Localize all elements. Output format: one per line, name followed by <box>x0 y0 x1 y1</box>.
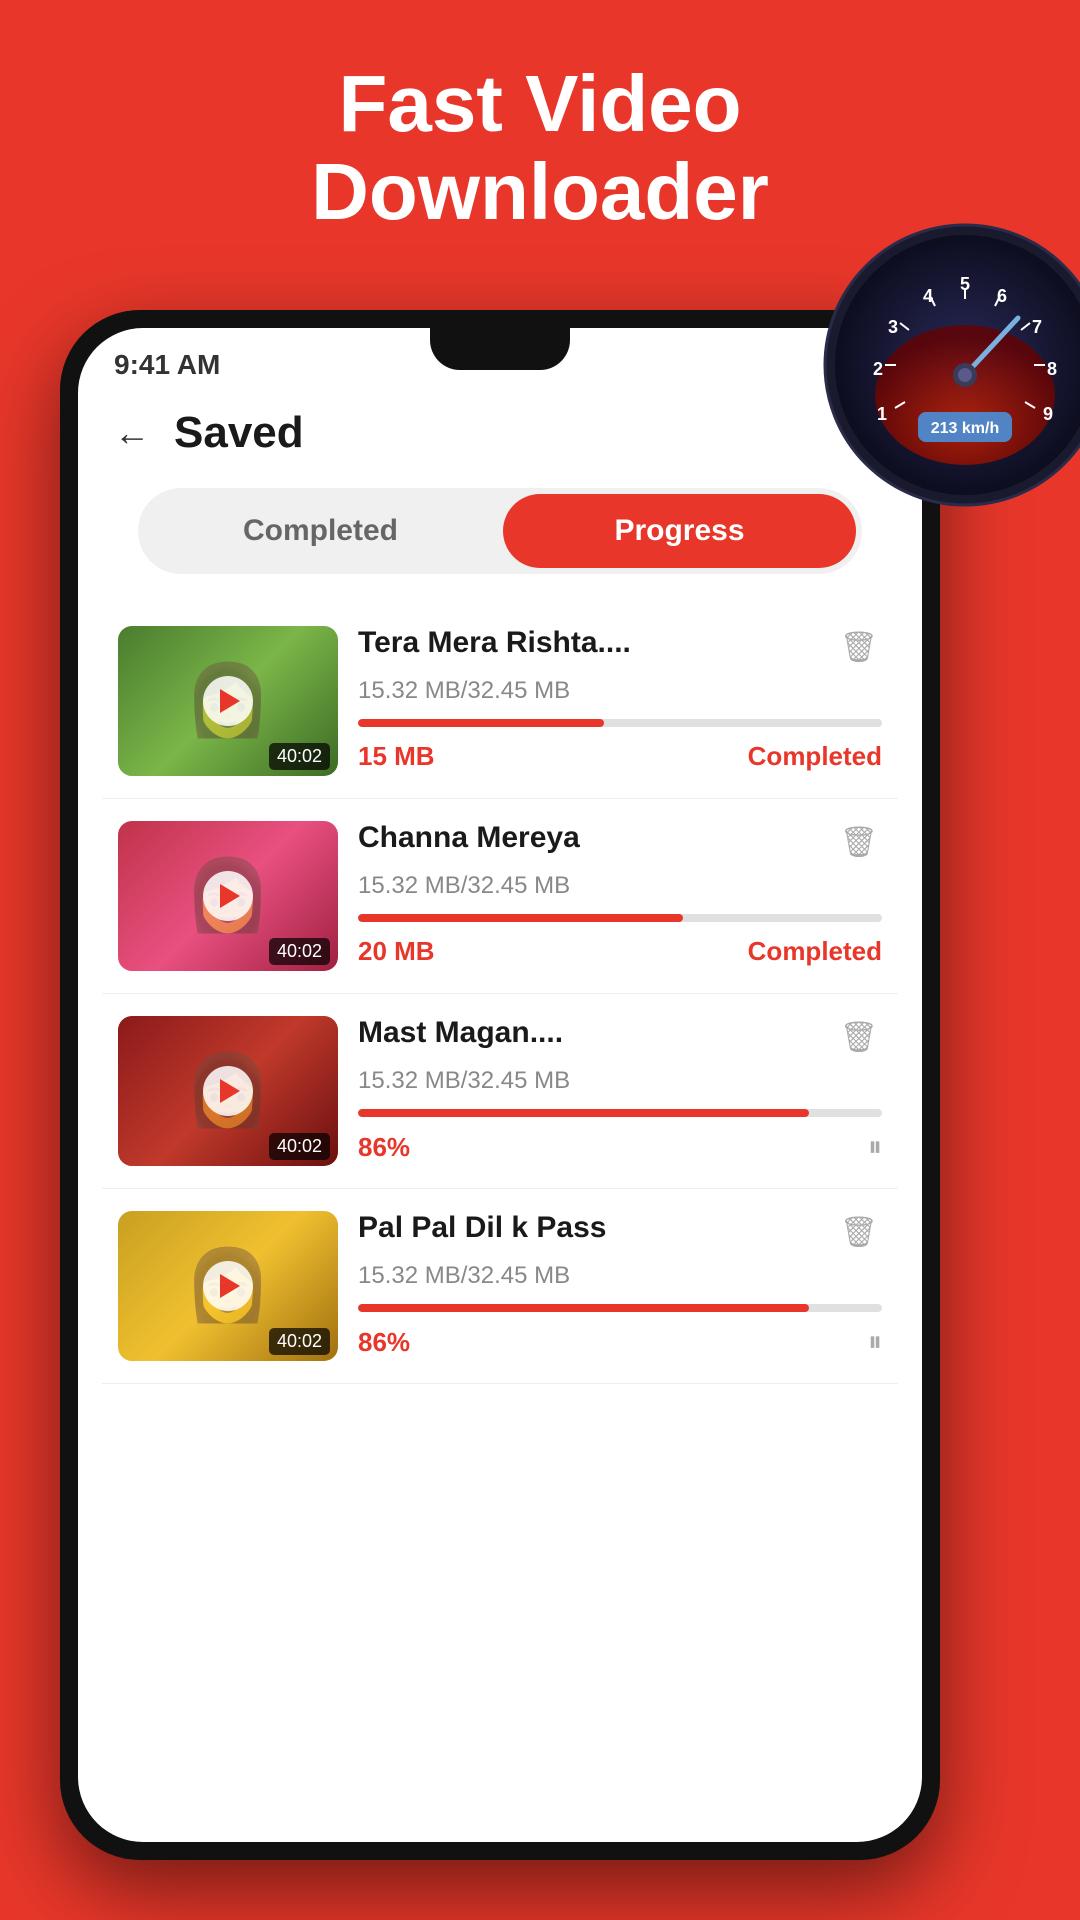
list-item: 👩 40:02 Pal Pal Dil k Pass 🗑 15.32 MB/32… <box>102 1189 898 1384</box>
svg-text:2: 2 <box>873 359 883 379</box>
list-item: 👩 40:02 Channa Mereya 🗑 15.32 MB/32.45 M… <box>102 799 898 994</box>
video-title: Mast Magan.... <box>358 1016 563 1050</box>
video-title: Tera Mera Rishta.... <box>358 626 631 660</box>
video-status: Completed <box>748 936 882 967</box>
tab-progress[interactable]: Progress <box>503 494 856 568</box>
progress-bar <box>358 1304 882 1312</box>
pause-button[interactable]: ⏸ <box>868 1131 882 1164</box>
video-duration: 40:02 <box>269 743 330 770</box>
app-header: ← Saved <box>78 388 922 478</box>
video-downloaded: 86% <box>358 1132 410 1163</box>
svg-text:9: 9 <box>1043 404 1053 424</box>
video-thumbnail[interactable]: 👩 40:02 <box>118 821 338 971</box>
video-size: 15.32 MB/32.45 MB <box>358 872 882 900</box>
video-status-row: 86% ⏸ <box>358 1326 882 1359</box>
svg-text:3: 3 <box>888 317 898 337</box>
video-size: 15.32 MB/32.45 MB <box>358 1067 882 1095</box>
progress-bar <box>358 719 882 727</box>
video-duration: 40:02 <box>269 938 330 965</box>
play-button[interactable] <box>203 676 253 726</box>
video-duration: 40:02 <box>269 1133 330 1160</box>
video-info: Tera Mera Rishta.... 🗑 15.32 MB/32.45 MB… <box>358 626 882 772</box>
video-status-row: 86% ⏸ <box>358 1131 882 1164</box>
play-button[interactable] <box>203 871 253 921</box>
back-button[interactable]: ← <box>114 412 150 454</box>
video-downloaded: 20 MB <box>358 936 435 967</box>
video-thumbnail[interactable]: 👩 40:02 <box>118 1016 338 1166</box>
list-item: 👩 40:02 Tera Mera Rishta.... 🗑 15.32 MB/… <box>102 604 898 799</box>
video-thumbnail[interactable]: 👩 40:02 <box>118 1211 338 1361</box>
speedometer: 1 2 3 4 5 6 7 8 9 213 km/h <box>820 220 1080 510</box>
progress-bar <box>358 1109 882 1117</box>
svg-text:6: 6 <box>997 286 1007 306</box>
delete-button[interactable]: 🗑 <box>836 1016 882 1059</box>
video-size: 15.32 MB/32.45 MB <box>358 677 882 705</box>
phone-frame: 9:41 AM ← Saved Completed Progress 👩 <box>60 310 940 1860</box>
svg-text:8: 8 <box>1047 359 1057 379</box>
page-title: Saved <box>174 408 304 458</box>
video-info: Mast Magan.... 🗑 15.32 MB/32.45 MB 86% ⏸ <box>358 1016 882 1164</box>
status-time: 9:41 AM <box>114 349 220 381</box>
progress-bar <box>358 914 882 922</box>
play-button[interactable] <box>203 1066 253 1116</box>
svg-text:4: 4 <box>923 286 933 306</box>
video-status-row: 20 MB Completed <box>358 936 882 967</box>
phone-notch <box>430 328 570 370</box>
video-info: Pal Pal Dil k Pass 🗑 15.32 MB/32.45 MB 8… <box>358 1211 882 1359</box>
video-info: Channa Mereya 🗑 15.32 MB/32.45 MB 20 MB … <box>358 821 882 967</box>
delete-button[interactable]: 🗑 <box>836 626 882 669</box>
phone-screen: 9:41 AM ← Saved Completed Progress 👩 <box>78 328 922 1842</box>
list-item: 👩 40:02 Mast Magan.... 🗑 15.32 MB/32.45 … <box>102 994 898 1189</box>
progress-fill <box>358 914 683 922</box>
video-size: 15.32 MB/32.45 MB <box>358 1262 882 1290</box>
pause-button[interactable]: ⏸ <box>868 1326 882 1359</box>
svg-text:213 km/h: 213 km/h <box>931 420 999 437</box>
video-downloaded: 15 MB <box>358 741 435 772</box>
video-status: Completed <box>748 741 882 772</box>
video-duration: 40:02 <box>269 1328 330 1355</box>
progress-fill <box>358 1109 809 1117</box>
video-downloaded: 86% <box>358 1327 410 1358</box>
video-thumbnail[interactable]: 👩 40:02 <box>118 626 338 776</box>
play-button[interactable] <box>203 1261 253 1311</box>
progress-fill <box>358 1304 809 1312</box>
video-title: Pal Pal Dil k Pass <box>358 1211 606 1245</box>
svg-text:1: 1 <box>877 404 887 424</box>
tab-completed[interactable]: Completed <box>144 494 497 568</box>
tab-switcher: Completed Progress <box>138 488 862 574</box>
video-title: Channa Mereya <box>358 821 580 855</box>
delete-button[interactable]: 🗑 <box>836 1211 882 1254</box>
delete-button[interactable]: 🗑 <box>836 821 882 864</box>
progress-fill <box>358 719 604 727</box>
video-list: 👩 40:02 Tera Mera Rishta.... 🗑 15.32 MB/… <box>78 604 922 1384</box>
svg-text:7: 7 <box>1032 317 1042 337</box>
video-status-row: 15 MB Completed <box>358 741 882 772</box>
